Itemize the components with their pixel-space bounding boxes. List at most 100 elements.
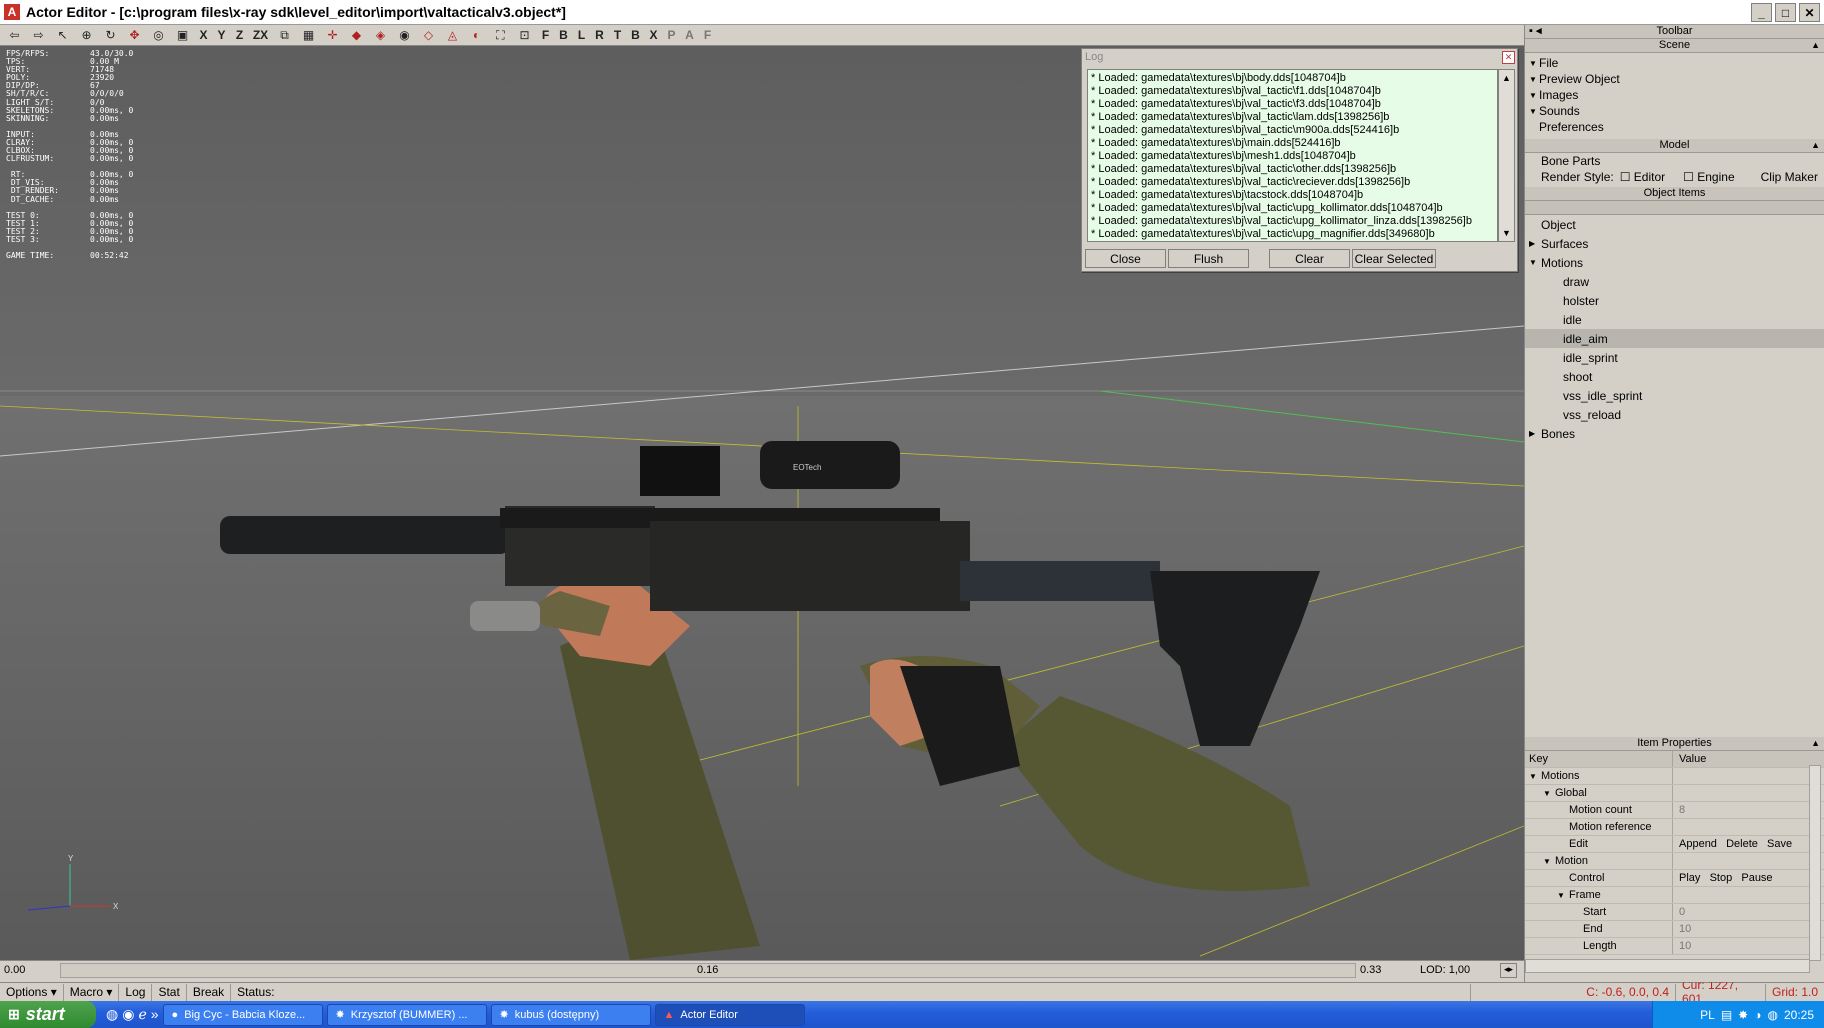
maximize-button[interactable]: □	[1775, 3, 1796, 22]
keyboard-icon[interactable]: ▤	[1721, 1008, 1732, 1022]
view-front-button[interactable]: F	[538, 26, 553, 44]
view-reset-button[interactable]: X	[646, 26, 661, 44]
prop-expand-icon[interactable]: ▼	[1529, 772, 1541, 781]
scroll-down-icon[interactable]: ▼	[1499, 225, 1514, 241]
zoom-sel-icon[interactable]: ⊡	[514, 26, 535, 44]
lod-toggle-icon[interactable]: ◂▸	[1500, 963, 1517, 978]
log-line[interactable]: * Loaded: gamedata\textures\bj\val_tacti…	[1091, 124, 1494, 137]
scene-menu-item[interactable]: ▼ Images	[1529, 87, 1824, 103]
props-hscrollbar[interactable]	[1525, 959, 1810, 973]
toolbar-panel-header[interactable]: ▪ ◂ Toolbar	[1525, 25, 1824, 39]
timeline-bar[interactable]: 0.00 0.16 0.33 LOD: 1,00 ◂▸	[0, 960, 1524, 980]
props-grid[interactable]: ▼ Motions ▼ Global Motion count 8 Motion ref…	[1525, 768, 1824, 955]
prop-value[interactable]: 10	[1673, 921, 1824, 937]
model-panel-header[interactable]: Model ▲	[1525, 139, 1824, 153]
prop-row[interactable]: ▼ Frame	[1525, 887, 1824, 904]
language-indicator[interactable]: PL	[1700, 1008, 1715, 1022]
prop-value[interactable]: 0	[1673, 904, 1824, 920]
task-chat[interactable]: ✸ Krzysztof (BUMMER) ...	[326, 1003, 487, 1026]
zoom-extents-icon[interactable]: ⛶	[490, 26, 511, 44]
tray-app-icon[interactable]: ✸	[1738, 1008, 1748, 1022]
log-scrollbar[interactable]: ▲ ▼	[1498, 69, 1515, 242]
task-actor-editor[interactable]: ▲ Actor Editor	[654, 1003, 805, 1026]
prop-row[interactable]: Edit Append Delete Save	[1525, 836, 1824, 853]
editor-radio[interactable]: ☐ Editor	[1620, 170, 1665, 184]
scroll-up-icon[interactable]: ▲	[1499, 70, 1514, 86]
tree-item[interactable]: holster	[1525, 291, 1824, 310]
camera-icon[interactable]: ◉	[394, 26, 415, 44]
volume-icon[interactable]: ◑	[1754, 1008, 1761, 1022]
log-line[interactable]: * Loaded: gamedata\textures\bj\val_tacti…	[1091, 176, 1494, 189]
tree-expand-icon[interactable]: ▼	[1529, 258, 1541, 267]
tree-item[interactable]: idle_sprint	[1525, 348, 1824, 367]
options-menu[interactable]: Options ▾	[0, 983, 64, 1001]
log-window[interactable]: Log ✕ * Loaded: gamedata\textures\bj\bod…	[1081, 48, 1518, 272]
prop-value[interactable]	[1673, 853, 1824, 869]
view-back-button[interactable]: B	[556, 26, 571, 44]
prop-row[interactable]: ▼ Global	[1525, 785, 1824, 802]
tree-item[interactable]: ▼ Motions	[1525, 253, 1824, 272]
snap-object-icon[interactable]: ◈	[370, 26, 391, 44]
prop-value[interactable]: Append Delete Save	[1673, 836, 1824, 852]
view-left-button[interactable]: L	[574, 26, 589, 44]
axis-zx-button[interactable]: ZX	[250, 26, 271, 44]
tree-item[interactable]: shoot	[1525, 367, 1824, 386]
tree-expand-icon[interactable]: ▶	[1529, 429, 1541, 438]
network-icon[interactable]: ◍	[1767, 1008, 1777, 1022]
item-props-header[interactable]: Item Properties ▲	[1525, 737, 1824, 751]
pivot-icon[interactable]: ✛	[322, 26, 343, 44]
tree-item[interactable]: idle_aim	[1525, 329, 1824, 348]
quicklaunch-browser-icon[interactable]: ◍	[106, 1006, 118, 1023]
tree-item[interactable]: idle	[1525, 310, 1824, 329]
tree-expand-icon[interactable]: ▶	[1529, 239, 1541, 248]
grid-snap-icon[interactable]: ▦	[298, 26, 319, 44]
vertex-snap-icon[interactable]: ◇	[418, 26, 439, 44]
minimize-button[interactable]: _	[1751, 3, 1772, 22]
axis-x-button[interactable]: X	[196, 26, 211, 44]
log-line[interactable]: * Loaded: gamedata\textures\bj\val_tacti…	[1091, 98, 1494, 111]
prop-row[interactable]: Motion reference	[1525, 819, 1824, 836]
log-line[interactable]: * Loaded: gamedata\textures\bj\val_tacti…	[1091, 202, 1494, 215]
light-icon[interactable]: ◐	[466, 26, 487, 44]
prop-value[interactable]	[1673, 768, 1824, 784]
scene-panel-header[interactable]: Scene ▲	[1525, 39, 1824, 53]
scene-menu-item[interactable]: Preferences	[1529, 119, 1824, 135]
prop-row[interactable]: ▼ Motions	[1525, 768, 1824, 785]
view-arc-button[interactable]: A	[682, 26, 697, 44]
prop-row[interactable]: Start 0	[1525, 904, 1824, 921]
tree-item[interactable]: vss_idle_sprint	[1525, 386, 1824, 405]
start-button[interactable]: ⊞ start	[0, 1001, 96, 1028]
prop-expand-icon[interactable]: ▼	[1557, 891, 1569, 900]
prop-value[interactable]: 10	[1673, 938, 1824, 954]
tree-item[interactable]: ▶ Surfaces	[1525, 234, 1824, 253]
log-line[interactable]: * Loaded: gamedata\textures\bj\val_tacti…	[1091, 215, 1494, 228]
add-icon[interactable]: ⊕	[76, 26, 97, 44]
scene-menu-item[interactable]: ▼ File	[1529, 55, 1824, 71]
axis-y-button[interactable]: Y	[214, 26, 229, 44]
stat-button[interactable]: Stat	[152, 983, 187, 1001]
prop-value[interactable]	[1673, 785, 1824, 801]
tree-item[interactable]: ▶ Bones	[1525, 424, 1824, 443]
log-button[interactable]: Log	[119, 983, 153, 1001]
redo-icon[interactable]: ⇨	[28, 26, 49, 44]
prop-row[interactable]: Length 10	[1525, 938, 1824, 955]
view-bottom-button[interactable]: B	[628, 26, 643, 44]
axis-z-button[interactable]: Z	[232, 26, 247, 44]
prop-value[interactable]: Play Stop Pause	[1673, 870, 1824, 886]
object-tree[interactable]: Object ▶ Surfaces ▼ Motions draw holster idle id…	[1525, 215, 1824, 443]
magnet-icon[interactable]: ◆	[346, 26, 367, 44]
break-button[interactable]: Break	[187, 983, 232, 1001]
quicklaunch-more-icon[interactable]: »	[151, 1006, 159, 1023]
macro-menu[interactable]: Macro ▾	[64, 983, 120, 1001]
log-line[interactable]: * Loaded: gamedata\textures\bj\main.dds[…	[1091, 137, 1494, 150]
quicklaunch-firefox-icon[interactable]: ◉	[122, 1006, 134, 1023]
prop-value[interactable]	[1673, 819, 1824, 835]
tree-item[interactable]: vss_reload	[1525, 405, 1824, 424]
task-music[interactable]: ● Big Cyc - Babcia Kloze...	[162, 1003, 323, 1026]
view-top-button[interactable]: T	[610, 26, 625, 44]
scale-icon[interactable]: ▣	[172, 26, 193, 44]
clip-maker-button[interactable]: Clip Maker	[1761, 170, 1818, 184]
log-line[interactable]: * Loaded: gamedata\textures\bj\mesh1.dds…	[1091, 150, 1494, 163]
view-right-button[interactable]: R	[592, 26, 607, 44]
snap-icon[interactable]: ⧉	[274, 26, 295, 44]
